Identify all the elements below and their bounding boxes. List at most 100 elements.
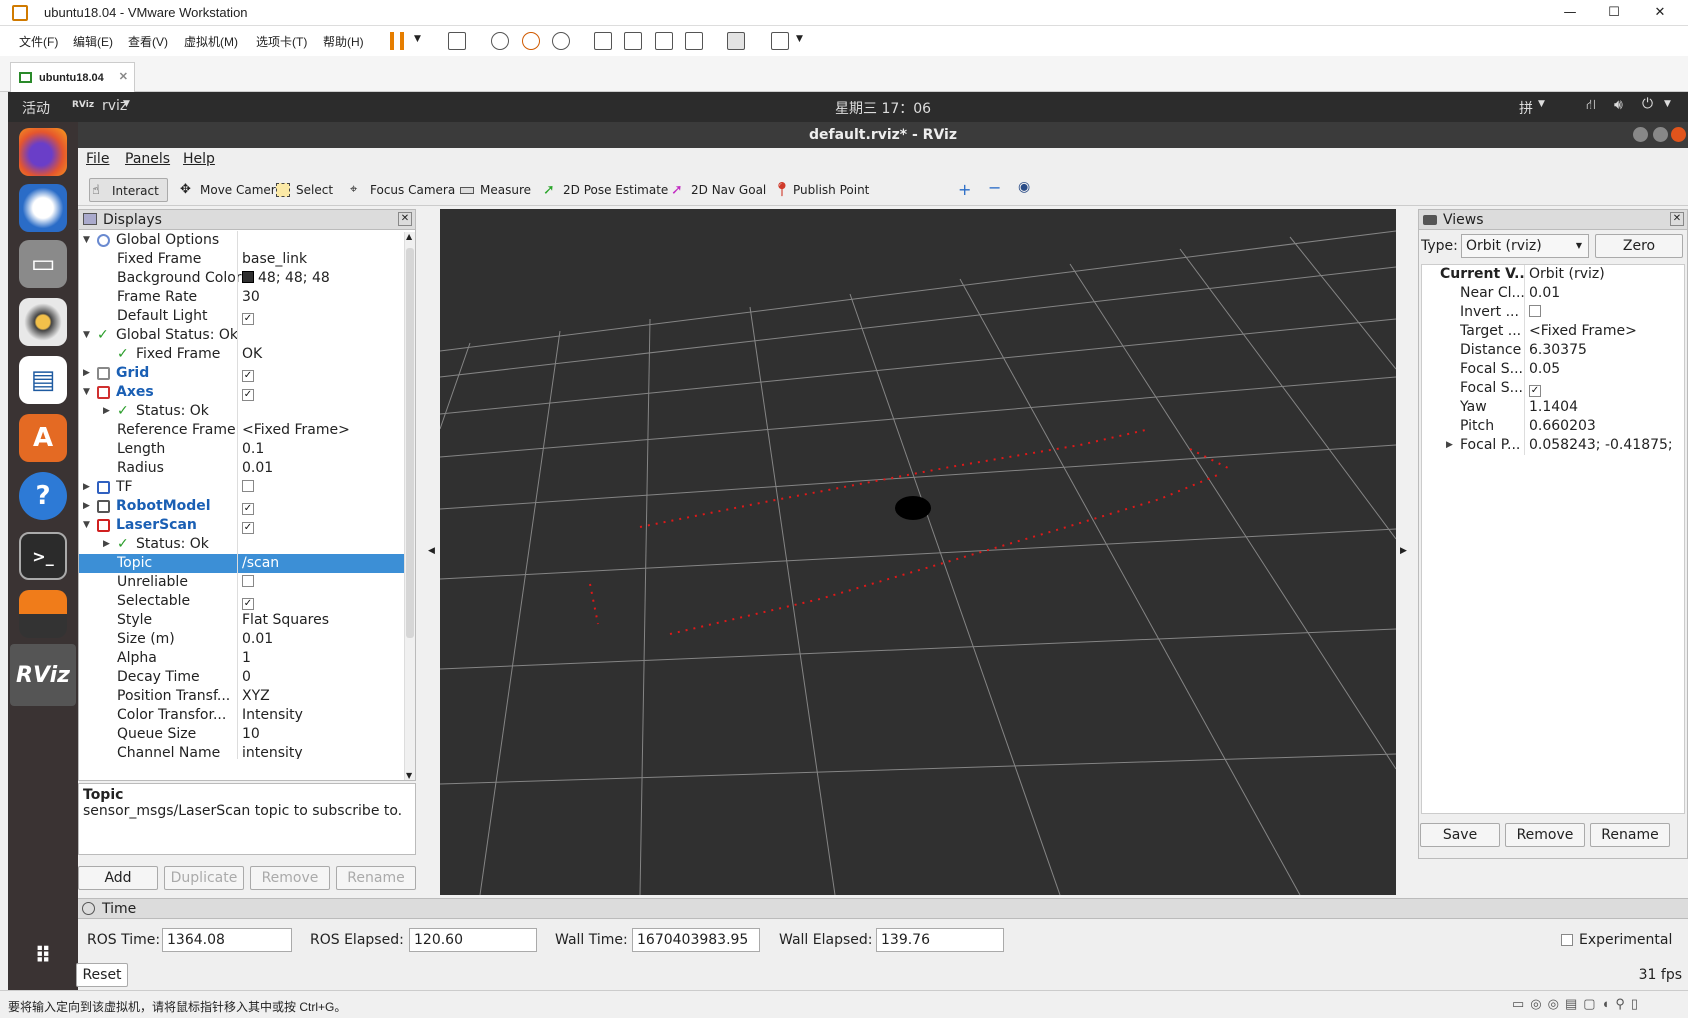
tree-row[interactable]: ▶ Focal P... 0.058243; -0.41875; ... (1422, 436, 1688, 455)
menu-file[interactable]: 文件(F) (19, 33, 58, 50)
property-value[interactable]: <Fixed Frame> (1524, 322, 1674, 341)
stacks-icon[interactable] (19, 590, 67, 638)
rviz-menu-panels[interactable]: Panels (125, 151, 170, 167)
tree-row[interactable]: Frame Rate 30 (79, 288, 405, 307)
tree-row[interactable]: ✓ Fixed Frame OK (79, 345, 405, 364)
unity-icon[interactable] (685, 32, 703, 50)
property-value[interactable]: 6.30375 (1524, 341, 1674, 360)
tree-row[interactable]: Current V... Orbit (rviz) (1422, 265, 1688, 284)
tree-row[interactable]: Queue Size 10 (79, 725, 405, 744)
rviz-close-button[interactable] (1671, 127, 1686, 142)
collapse-right-icon[interactable]: ▶ (1400, 546, 1407, 556)
remove-display-button[interactable]: Remove (250, 866, 330, 890)
fullscreen-icon[interactable] (655, 32, 673, 50)
tree-row[interactable]: Invert ... (1422, 303, 1688, 322)
property-value[interactable]: 1.1404 (1524, 398, 1674, 417)
focus-camera-tool[interactable]: ⌖ Focus Camera (348, 178, 455, 202)
tree-row[interactable]: Distance 6.30375 (1422, 341, 1688, 360)
library-icon[interactable] (594, 32, 612, 50)
property-value[interactable]: 48; 48; 48 (237, 269, 391, 288)
revert-snapshot-icon[interactable] (522, 32, 540, 50)
pause-icon[interactable] (390, 32, 404, 50)
tree-row[interactable]: ▼ ✓ Global Status: Ok (79, 326, 405, 345)
power-icon[interactable]: ⏻ (1642, 96, 1653, 112)
pose-estimate-tool[interactable]: ➚ 2D Pose Estimate (541, 178, 668, 202)
tree-row[interactable]: Position Transf... XYZ (79, 687, 405, 706)
checkbox[interactable]: ✓ (242, 370, 254, 382)
software-center-icon[interactable]: A (19, 414, 67, 462)
firefox-icon[interactable] (19, 128, 67, 176)
property-value[interactable] (237, 573, 391, 592)
rviz-menu-file[interactable]: File (86, 151, 109, 167)
property-value[interactable] (237, 326, 391, 345)
checkbox[interactable]: ✓ (242, 503, 254, 515)
property-value[interactable]: XYZ (237, 687, 391, 706)
tree-row[interactable]: Default Light ✓ (79, 307, 405, 326)
remove-tool-icon[interactable]: − (988, 178, 1001, 197)
expand-open-icon[interactable]: ▼ (83, 383, 90, 402)
tree-row[interactable]: Yaw 1.1404 (1422, 398, 1688, 417)
checkbox[interactable] (1529, 305, 1541, 317)
expand-closed-icon[interactable]: ▶ (83, 497, 90, 516)
displays-close-icon[interactable]: ✕ (398, 212, 412, 226)
expand-open-icon[interactable]: ▼ (83, 516, 90, 535)
property-value[interactable]: 0.058243; -0.41875; ... (1524, 436, 1674, 455)
property-value[interactable]: Flat Squares (237, 611, 391, 630)
tree-row[interactable]: Focal S... 0.05 (1422, 360, 1688, 379)
tree-row[interactable]: ▶ Grid ✓ (79, 364, 405, 383)
property-value[interactable]: <Fixed Frame> (237, 421, 391, 440)
add-display-button[interactable]: Add (78, 866, 158, 890)
libreoffice-writer-icon[interactable]: ▤ (19, 356, 67, 404)
rviz-maximize-button[interactable] (1653, 127, 1668, 142)
property-value[interactable]: 1 (237, 649, 391, 668)
tree-row[interactable]: Unreliable (79, 573, 405, 592)
expand-closed-icon[interactable]: ▶ (103, 535, 110, 554)
tree-row[interactable]: Channel Name intensity (79, 744, 405, 759)
tree-row[interactable]: Style Flat Squares (79, 611, 405, 630)
wall-time-field[interactable]: 1670403983.95 (632, 928, 760, 952)
tree-row[interactable]: Background Color 48; 48; 48 (79, 269, 405, 288)
tree-row[interactable]: ▶ ✓ Status: Ok (79, 402, 405, 421)
terminal-icon[interactable]: >_ (19, 532, 67, 580)
menu-help[interactable]: 帮助(H) (323, 33, 364, 50)
rename-display-button[interactable]: Rename (336, 866, 416, 890)
rename-view-button[interactable]: Rename (1590, 823, 1670, 847)
scroll-down-icon[interactable]: ▼ (406, 771, 412, 780)
checkbox[interactable]: ✓ (242, 389, 254, 401)
checkbox[interactable]: ✓ (242, 522, 254, 534)
property-value[interactable] (237, 535, 391, 554)
expand-closed-icon[interactable]: ▶ (83, 364, 90, 383)
property-value[interactable]: OK (237, 345, 391, 364)
property-value[interactable]: 10 (237, 725, 391, 744)
expand-open-icon[interactable]: ▼ (83, 326, 90, 345)
property-value[interactable]: ✓ (237, 364, 391, 383)
activities-button[interactable]: 活动 (22, 98, 50, 118)
views-close-icon[interactable]: ✕ (1670, 212, 1684, 226)
scroll-up-icon[interactable]: ▲ (406, 232, 412, 241)
property-value[interactable]: ✓ (237, 516, 391, 535)
property-value[interactable]: intensity (237, 744, 391, 759)
property-value[interactable]: 0.01 (237, 630, 391, 649)
wall-elapsed-field[interactable]: 139.76 (876, 928, 1004, 952)
duplicate-display-button[interactable]: Duplicate (164, 866, 244, 890)
property-value[interactable]: ✓ (237, 383, 391, 402)
tree-row[interactable]: ▶ ✓ Status: Ok (79, 535, 405, 554)
nav-goal-tool[interactable]: ➚ 2D Nav Goal (669, 178, 766, 202)
ros-time-field[interactable]: 1364.08 (162, 928, 292, 952)
checkbox[interactable] (242, 480, 254, 492)
tree-row[interactable]: Target ... <Fixed Frame> (1422, 322, 1688, 341)
view-type-select[interactable]: Orbit (rviz) ▼ (1461, 234, 1589, 258)
add-tool-icon[interactable]: + (958, 180, 971, 199)
property-value[interactable]: 0.01 (237, 459, 391, 478)
stretch-dropdown-icon[interactable]: ▼ (796, 34, 803, 44)
zero-button[interactable]: Zero (1595, 234, 1683, 258)
tree-row[interactable]: Focal S... ✓ (1422, 379, 1688, 398)
property-value[interactable] (237, 231, 391, 250)
help-icon[interactable]: ? (19, 472, 67, 520)
property-value[interactable]: Intensity (237, 706, 391, 725)
tree-row[interactable]: Topic/scan (79, 554, 405, 573)
tree-row[interactable]: Alpha 1 (79, 649, 405, 668)
checkbox[interactable]: ✓ (1529, 385, 1541, 397)
tree-row[interactable]: Color Transfor... Intensity (79, 706, 405, 725)
menu-view[interactable]: 查看(V) (128, 33, 168, 50)
